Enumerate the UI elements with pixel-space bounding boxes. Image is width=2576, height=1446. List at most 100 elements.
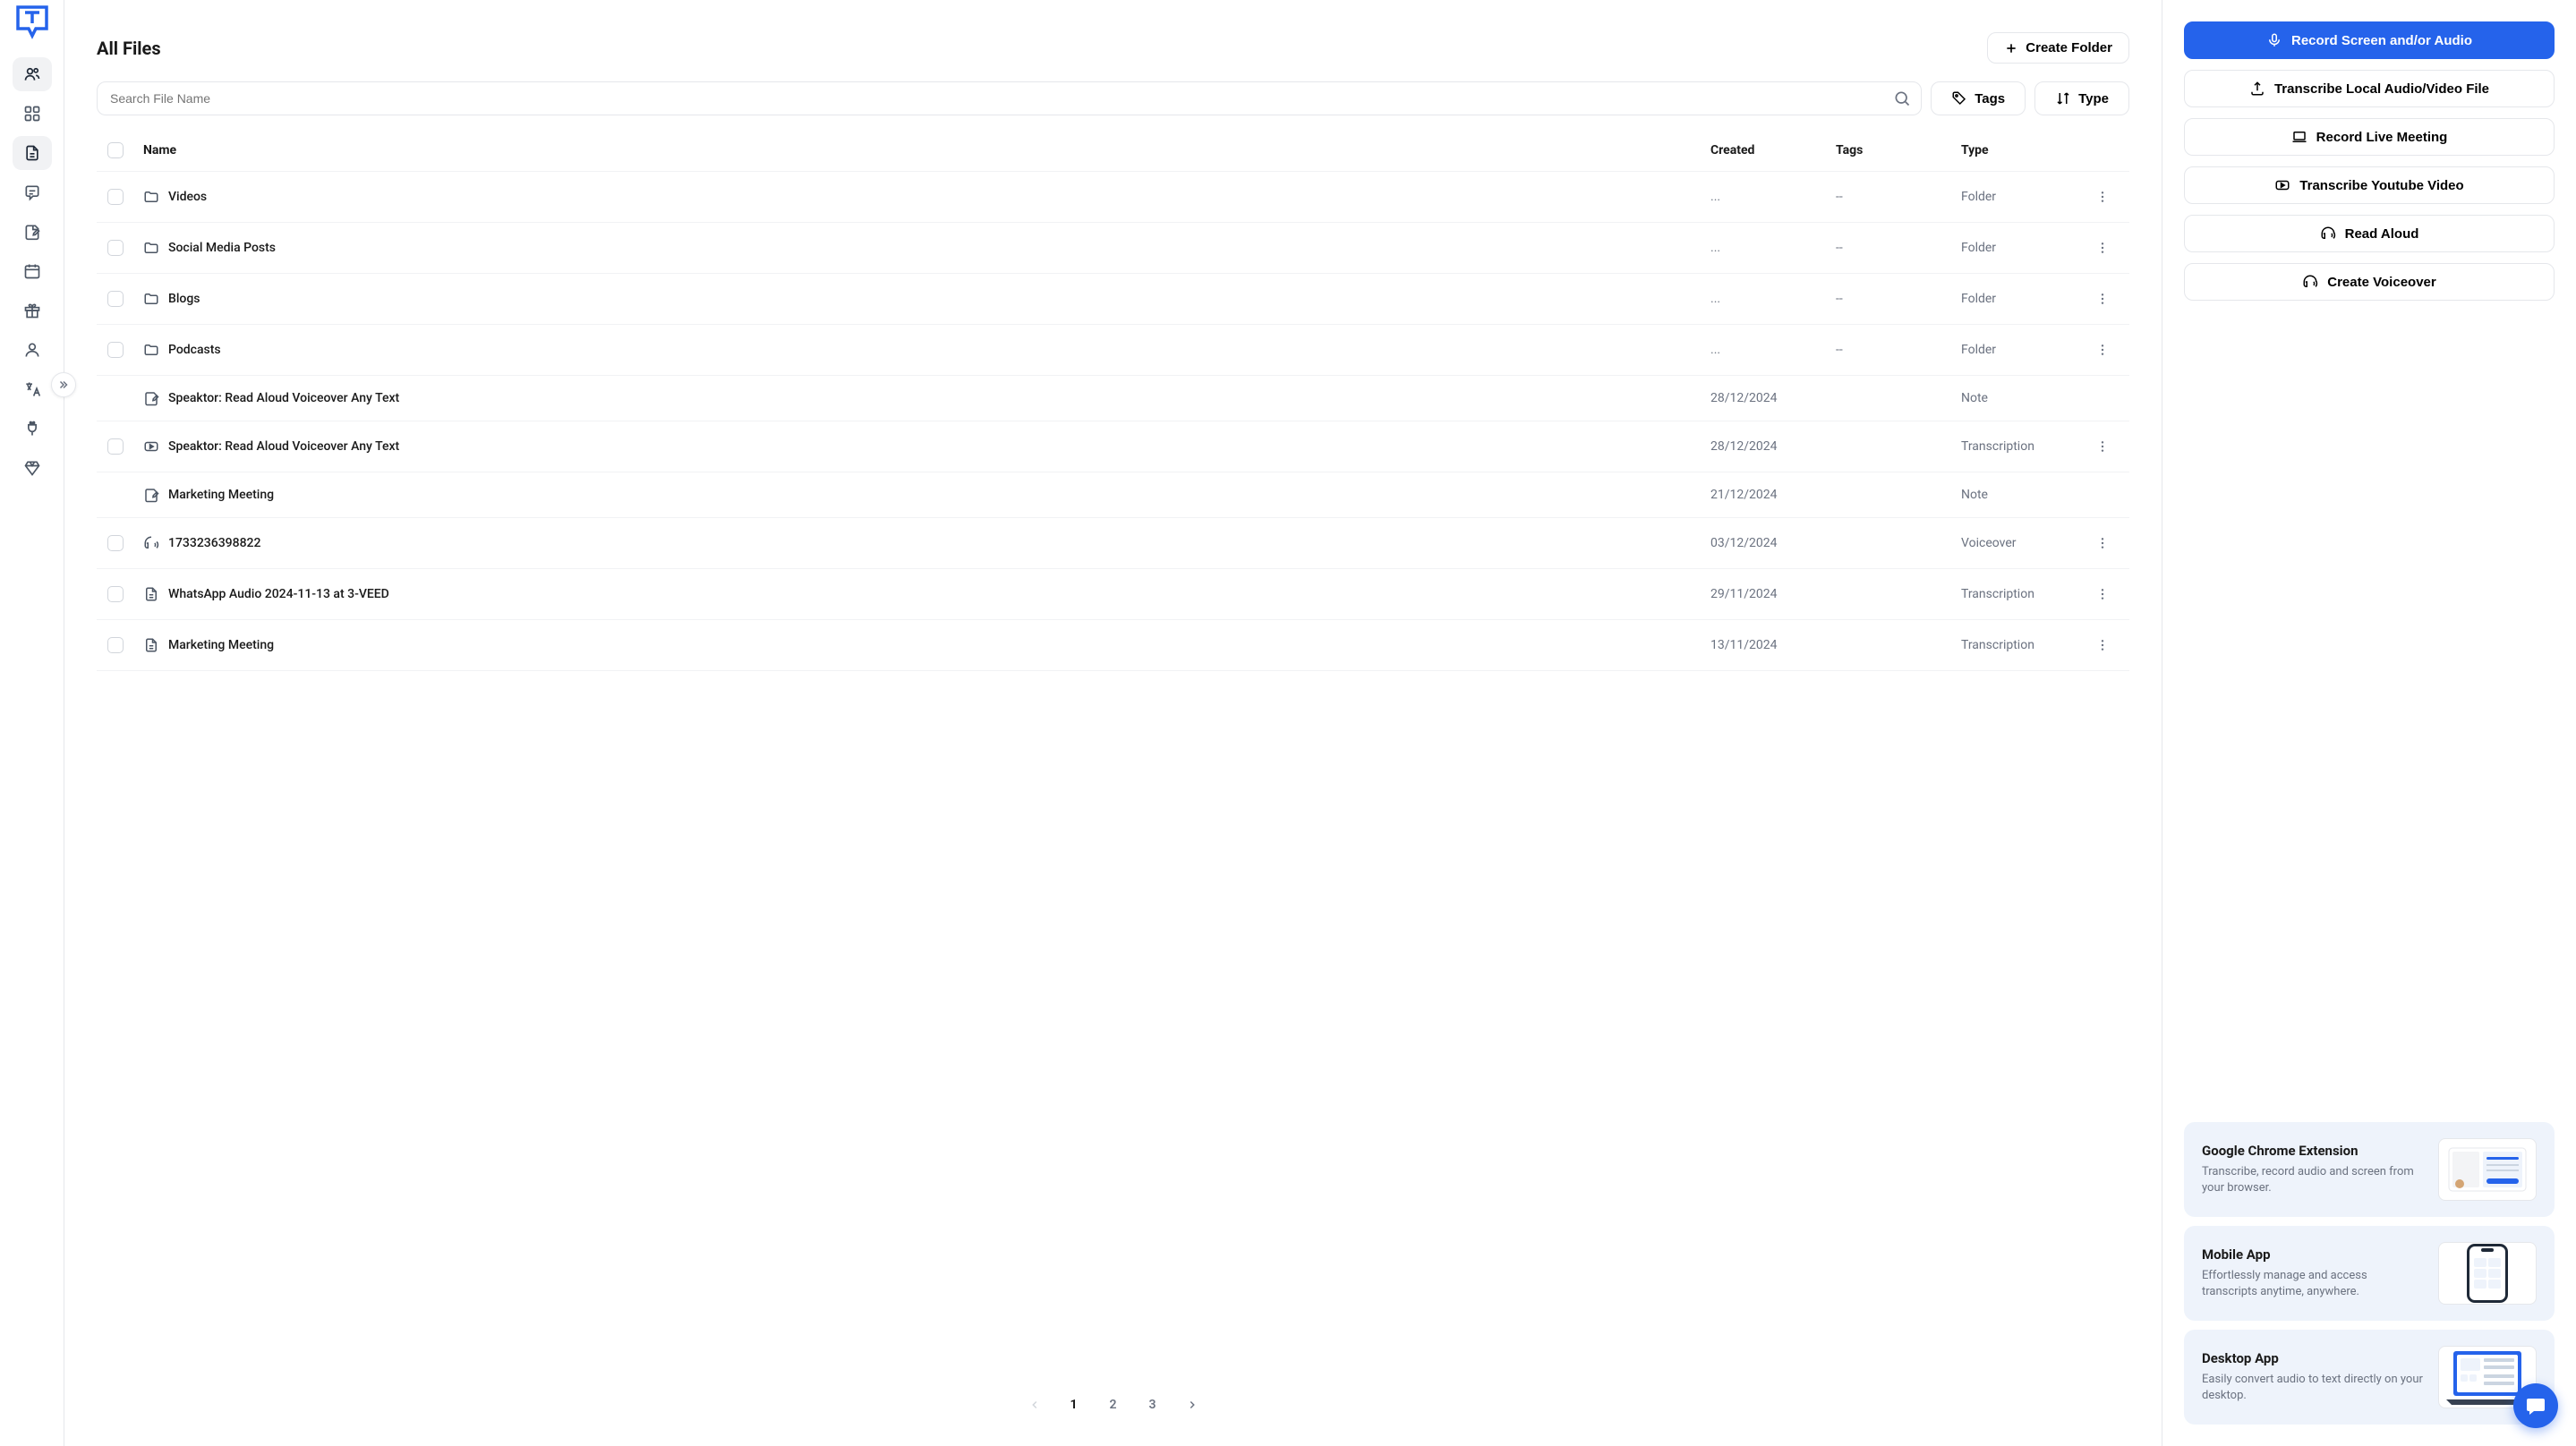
more-button[interactable] (2092, 339, 2113, 361)
more-button[interactable] (2092, 532, 2113, 554)
type-filter-button[interactable]: Type (2034, 81, 2129, 115)
file-type: Note (1961, 488, 2086, 502)
doc-icon (143, 586, 159, 602)
sidebar-expand-button[interactable] (51, 372, 76, 397)
page-2[interactable]: 2 (1097, 1389, 1130, 1421)
promo-title: Desktop App (2202, 1350, 2424, 1366)
row-checkbox[interactable] (107, 637, 124, 653)
app-logo[interactable] (13, 4, 52, 43)
file-name: Podcasts (168, 343, 221, 357)
right-panel: Record Screen and/or Audio Transcribe Lo… (2162, 0, 2576, 1446)
nav-files[interactable] (13, 136, 52, 170)
row-checkbox[interactable] (107, 291, 124, 307)
promo-card[interactable]: Mobile App Effortlessly manage and acces… (2184, 1226, 2555, 1321)
file-created: 13/11/2024 (1710, 638, 1836, 652)
transcribe-local-button[interactable]: Transcribe Local Audio/Video File (2184, 70, 2555, 107)
promo-image (2438, 1242, 2537, 1305)
file-name: Speaktor: Read Aloud Voiceover Any Text (168, 391, 399, 405)
tag-icon (1951, 90, 1967, 106)
row-checkbox[interactable] (107, 240, 124, 256)
voice-icon (143, 535, 159, 551)
type-filter-label: Type (2078, 91, 2109, 106)
table-row[interactable]: Blogs ... -- Folder (97, 274, 2129, 325)
more-button[interactable] (2092, 237, 2113, 259)
read-aloud-button[interactable]: Read Aloud (2184, 215, 2555, 252)
nav-translate[interactable] (13, 372, 52, 406)
file-created: 28/12/2024 (1710, 439, 1836, 454)
folder-icon (143, 240, 159, 256)
chat-widget[interactable] (2513, 1383, 2558, 1428)
promo-desc: Easily convert audio to text directly on… (2202, 1372, 2424, 1404)
folder-icon (143, 291, 159, 307)
promo-image (2438, 1138, 2537, 1201)
file-type: Transcription (1961, 587, 2086, 601)
note-icon (143, 390, 159, 406)
more-button[interactable] (2092, 186, 2113, 208)
file-name: Speaktor: Read Aloud Voiceover Any Text (168, 439, 399, 454)
promo-card[interactable]: Google Chrome Extension Transcribe, reco… (2184, 1122, 2555, 1217)
table-row[interactable]: Marketing Meeting 13/11/2024 Transcripti… (97, 620, 2129, 671)
page-1[interactable]: 1 (1058, 1389, 1090, 1421)
file-type: Transcription (1961, 638, 2086, 652)
table-header: Name Created Tags Type (97, 130, 2129, 172)
file-name: Marketing Meeting (168, 638, 274, 652)
youtube-icon (2274, 177, 2290, 193)
create-voiceover-button[interactable]: Create Voiceover (2184, 263, 2555, 301)
table-row[interactable]: Marketing Meeting 21/12/2024 Note (97, 472, 2129, 518)
transcribe-local-label: Transcribe Local Audio/Video File (2274, 81, 2489, 97)
table-row[interactable]: Social Media Posts ... -- Folder (97, 223, 2129, 274)
sidebar (0, 0, 64, 1446)
file-name: Blogs (168, 292, 200, 306)
page-next[interactable] (1176, 1389, 1208, 1421)
search-input[interactable] (97, 81, 1922, 115)
nav-integrations[interactable] (13, 412, 52, 446)
table-row[interactable]: Speaktor: Read Aloud Voiceover Any Text … (97, 376, 2129, 421)
nav-dashboard[interactable] (13, 97, 52, 131)
file-created: 29/11/2024 (1710, 587, 1836, 601)
nav-calendar[interactable] (13, 254, 52, 288)
table-row[interactable]: Speaktor: Read Aloud Voiceover Any Text … (97, 421, 2129, 472)
column-created[interactable]: Created (1710, 143, 1836, 157)
transcribe-youtube-button[interactable]: Transcribe Youtube Video (2184, 166, 2555, 204)
voiceover-icon (2302, 274, 2318, 290)
file-created: ... (1710, 343, 1836, 357)
table-row[interactable]: 1733236398822 03/12/2024 Voiceover (97, 518, 2129, 569)
nav-chat[interactable] (13, 175, 52, 209)
table-row[interactable]: Podcasts ... -- Folder (97, 325, 2129, 376)
table-row[interactable]: Videos ... -- Folder (97, 172, 2129, 223)
file-created: 28/12/2024 (1710, 391, 1836, 405)
column-tags[interactable]: Tags (1836, 143, 1961, 157)
page-3[interactable]: 3 (1137, 1389, 1169, 1421)
nav-profile[interactable] (13, 333, 52, 367)
tags-filter-button[interactable]: Tags (1931, 81, 2026, 115)
create-folder-button[interactable]: Create Folder (1987, 32, 2129, 64)
row-checkbox[interactable] (107, 586, 124, 602)
table-row[interactable]: WhatsApp Audio 2024-11-13 at 3-VEED 29/1… (97, 569, 2129, 620)
file-type: Note (1961, 391, 2086, 405)
more-button[interactable] (2092, 436, 2113, 457)
select-all-checkbox[interactable] (107, 142, 124, 158)
row-checkbox[interactable] (107, 438, 124, 455)
row-checkbox[interactable] (107, 342, 124, 358)
nav-gift[interactable] (13, 293, 52, 327)
column-name[interactable]: Name (143, 143, 1710, 157)
more-button[interactable] (2092, 583, 2113, 605)
page-prev[interactable] (1019, 1389, 1051, 1421)
nav-notes[interactable] (13, 215, 52, 249)
row-checkbox[interactable] (107, 189, 124, 205)
nav-premium[interactable] (13, 451, 52, 485)
more-button[interactable] (2092, 288, 2113, 310)
nav-users[interactable] (13, 57, 52, 91)
more-button[interactable] (2092, 634, 2113, 656)
read-aloud-label: Read Aloud (2345, 226, 2419, 242)
file-type: Folder (1961, 241, 2086, 255)
file-type: Voiceover (1961, 536, 2086, 550)
column-type[interactable]: Type (1961, 143, 2086, 157)
record-screen-button[interactable]: Record Screen and/or Audio (2184, 21, 2555, 59)
promo-card[interactable]: Desktop App Easily convert audio to text… (2184, 1330, 2555, 1425)
row-checkbox[interactable] (107, 535, 124, 551)
laptop-icon (2291, 129, 2307, 145)
file-type: Folder (1961, 292, 2086, 306)
folder-icon (143, 189, 159, 205)
record-meeting-button[interactable]: Record Live Meeting (2184, 118, 2555, 156)
